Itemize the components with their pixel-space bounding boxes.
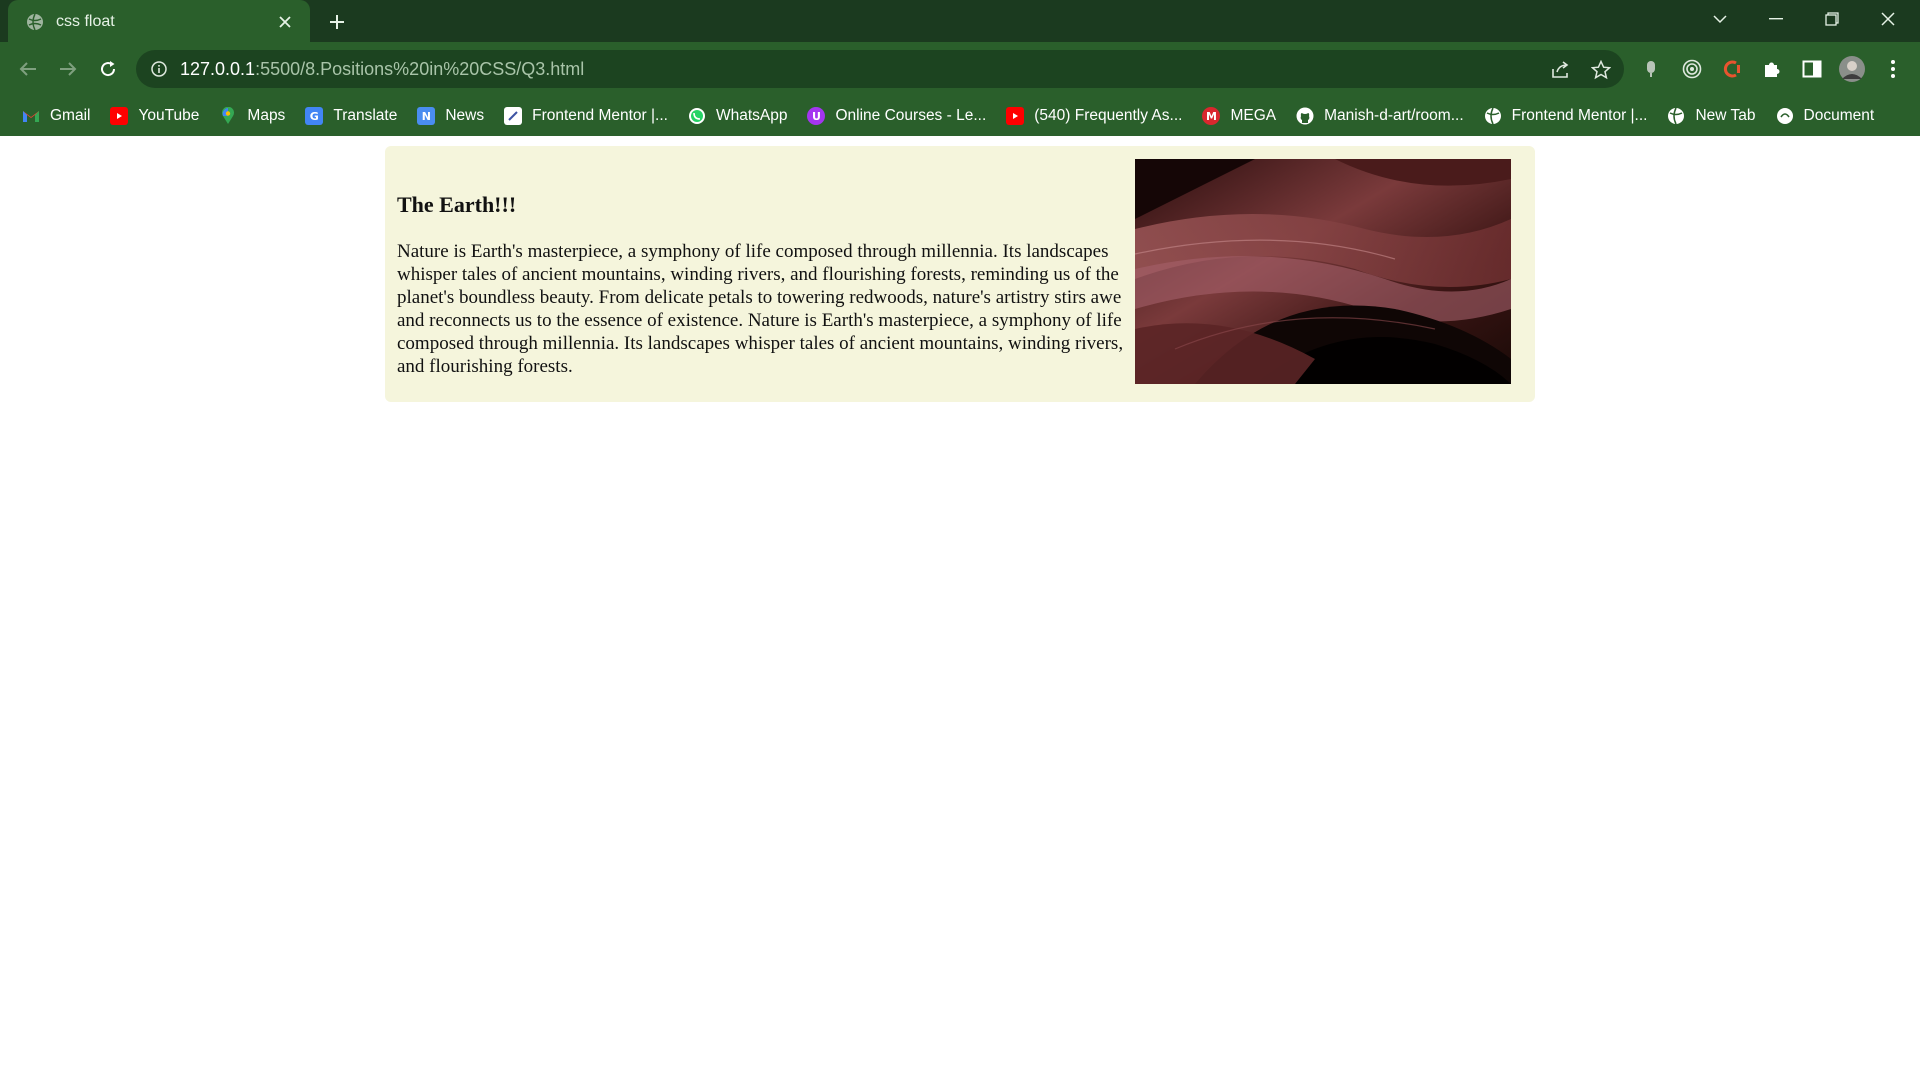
bookmark-whatsapp[interactable]: WhatsApp	[682, 101, 794, 131]
browser-toolbar: 127.0.0.1:5500/8.Positions%20in%20CSS/Q3…	[0, 42, 1920, 96]
udemy-icon: U	[807, 107, 826, 125]
extension-c-icon[interactable]	[1719, 56, 1745, 82]
url-host: 127.0.0.1	[180, 58, 256, 79]
back-arrow-icon[interactable]	[12, 53, 44, 85]
news-icon: N	[417, 107, 436, 125]
extension-mic-icon[interactable]	[1638, 56, 1664, 82]
share-icon[interactable]	[1550, 59, 1572, 81]
side-panel-icon[interactable]	[1799, 56, 1825, 82]
mega-icon: M	[1202, 107, 1221, 125]
bookmarks-bar: Gmail YouTube Maps G Translate N News Fr…	[0, 96, 1920, 136]
abstract-wave-image	[1135, 159, 1511, 384]
reload-icon[interactable]	[92, 53, 124, 85]
frontend-mentor-icon	[504, 107, 523, 125]
extensions-puzzle-icon[interactable]	[1759, 56, 1785, 82]
content-card: The Earth!!! Nature is Earth's masterpie…	[385, 146, 1535, 402]
avatar[interactable]	[1839, 56, 1865, 82]
new-tab-icon[interactable]	[322, 8, 352, 36]
forward-arrow-icon[interactable]	[52, 53, 84, 85]
gmail-icon	[22, 107, 40, 125]
youtube-icon	[110, 107, 129, 125]
bookmark-udemy[interactable]: U Online Courses - Le...	[801, 101, 992, 131]
bookmark-frontend-mentor-1[interactable]: Frontend Mentor |...	[498, 101, 674, 131]
bookmark-youtube[interactable]: YouTube	[104, 101, 205, 131]
bookmark-mega[interactable]: M MEGA	[1196, 101, 1282, 131]
browser-menu-kebab-icon[interactable]	[1880, 56, 1906, 82]
tab-search-chevron-icon[interactable]	[1692, 0, 1748, 38]
bookmark-new-tab[interactable]: New Tab	[1661, 101, 1761, 131]
translate-icon: G	[305, 107, 324, 125]
bookmark-maps[interactable]: Maps	[213, 101, 291, 131]
globe-icon	[1484, 107, 1502, 125]
youtube-icon	[1006, 107, 1025, 125]
url-path: :5500/8.Positions%20in%20CSS/Q3.html	[255, 58, 585, 79]
page-heading: The Earth!!!	[397, 192, 517, 217]
document-icon	[1776, 107, 1794, 125]
bookmark-translate[interactable]: G Translate	[299, 101, 403, 131]
extension-target-icon[interactable]	[1679, 56, 1705, 82]
globe-icon	[1667, 107, 1685, 125]
site-info-icon[interactable]	[150, 60, 168, 78]
whatsapp-icon	[688, 107, 706, 125]
github-icon	[1296, 107, 1314, 125]
browser-title-bar: css float	[0, 0, 1920, 44]
page-paragraph: Nature is Earth's masterpiece, a symphon…	[397, 241, 1124, 377]
page-viewport: The Earth!!! Nature is Earth's masterpie…	[0, 136, 1920, 1080]
bookmark-star-icon[interactable]	[1590, 59, 1612, 81]
address-bar[interactable]: 127.0.0.1:5500/8.Positions%20in%20CSS/Q3…	[136, 50, 1624, 88]
bookmark-github[interactable]: Manish-d-art/room...	[1290, 101, 1470, 131]
browser-tab-active[interactable]: css float	[8, 0, 310, 44]
minimize-icon[interactable]	[1748, 0, 1804, 38]
restore-icon[interactable]	[1804, 0, 1860, 38]
tab-title: css float	[56, 13, 115, 30]
close-tab-icon[interactable]	[274, 11, 296, 33]
bookmark-document[interactable]: Document	[1770, 101, 1881, 131]
globe-icon	[26, 13, 44, 31]
bookmark-news[interactable]: N News	[411, 101, 490, 131]
close-window-icon[interactable]	[1860, 0, 1916, 38]
bookmark-gmail[interactable]: Gmail	[16, 101, 96, 131]
bookmark-youtube-faq[interactable]: (540) Frequently As...	[1000, 101, 1188, 131]
maps-icon	[219, 107, 237, 125]
bookmark-frontend-mentor-2[interactable]: Frontend Mentor |...	[1478, 101, 1654, 131]
